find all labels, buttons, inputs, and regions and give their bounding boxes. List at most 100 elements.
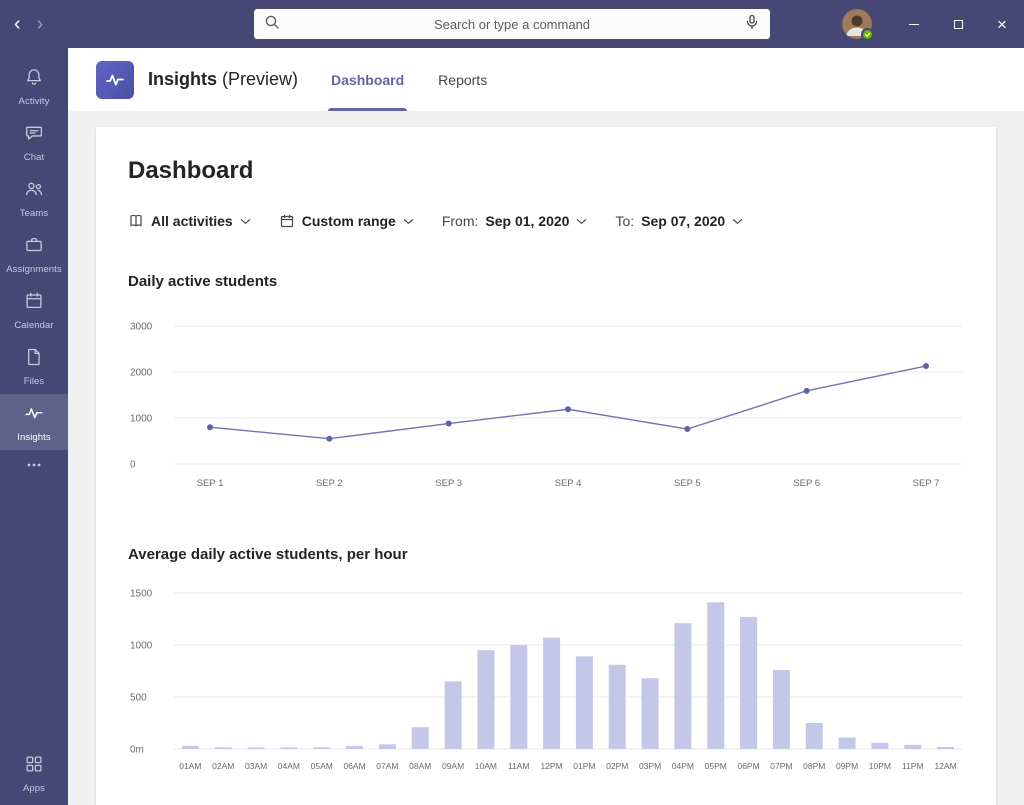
activities-filter-value: All activities <box>151 213 233 229</box>
line-chart-title: Daily active students <box>128 273 964 290</box>
tab-reports[interactable]: Reports <box>435 48 490 111</box>
forward-button[interactable]: › <box>37 14 44 34</box>
svg-text:SEP 7: SEP 7 <box>913 478 940 489</box>
to-date-value: Sep 07, 2020 <box>641 213 725 229</box>
sidebar-item-teams[interactable]: Teams <box>0 170 68 226</box>
title-bar: ‹ › × <box>0 0 1024 48</box>
calendar-range-icon <box>279 213 295 229</box>
app-sidebar: Activity Chat Teams Assignments <box>0 48 68 805</box>
sidebar-item-insights[interactable]: Insights <box>0 394 68 450</box>
status-available-icon <box>861 28 874 41</box>
sidebar-item-label: Teams <box>20 208 48 219</box>
svg-text:08PM: 08PM <box>803 761 825 771</box>
insights-app-header: Insights (Preview) Dashboard Reports <box>68 48 1024 111</box>
svg-text:03PM: 03PM <box>639 761 661 771</box>
svg-text:09PM: 09PM <box>836 761 858 771</box>
svg-text:2000: 2000 <box>130 368 153 379</box>
history-nav: ‹ › <box>14 14 43 34</box>
svg-text:10PM: 10PM <box>869 761 891 771</box>
svg-text:SEP 3: SEP 3 <box>435 478 462 489</box>
avatar[interactable] <box>842 9 872 39</box>
calendar-icon <box>23 290 45 317</box>
search-icon <box>264 14 280 35</box>
svg-text:06PM: 06PM <box>737 761 759 771</box>
sidebar-item-activity[interactable]: Activity <box>0 58 68 114</box>
sidebar-item-more[interactable] <box>0 450 68 488</box>
svg-text:04AM: 04AM <box>278 761 300 771</box>
svg-text:11AM: 11AM <box>508 761 530 771</box>
daily-active-students-line-chart: 0100020003000SEP 1SEP 2SEP 3SEP 4SEP 5SE… <box>128 306 964 500</box>
svg-text:SEP 6: SEP 6 <box>793 478 820 489</box>
sidebar-item-label: Chat <box>24 152 44 163</box>
svg-text:500: 500 <box>130 693 147 704</box>
activity-bell-icon <box>23 66 45 93</box>
sidebar-item-label: Assignments <box>6 264 61 275</box>
svg-text:SEP 2: SEP 2 <box>316 478 343 489</box>
title-bar-right: × <box>842 0 1024 48</box>
dashboard-card: Dashboard All activities <box>96 127 996 805</box>
chevron-down-icon <box>240 218 251 225</box>
svg-text:SEP 5: SEP 5 <box>674 478 701 489</box>
svg-text:SEP 1: SEP 1 <box>197 478 224 489</box>
svg-text:01PM: 01PM <box>573 761 595 771</box>
tab-label: Dashboard <box>331 72 404 88</box>
activities-book-icon <box>128 213 144 229</box>
hourly-active-students-bar-chart: 0m5001000150001AM02AM03AM04AM05AM06AM07A… <box>128 579 964 785</box>
chat-icon <box>23 122 45 149</box>
sidebar-item-files[interactable]: Files <box>0 338 68 394</box>
date-range-filter-dropdown[interactable]: Custom range <box>279 213 414 229</box>
chevron-down-icon <box>403 218 414 225</box>
svg-text:02PM: 02PM <box>606 761 628 771</box>
sidebar-item-chat[interactable]: Chat <box>0 114 68 170</box>
activities-filter-dropdown[interactable]: All activities <box>128 213 251 229</box>
svg-text:09AM: 09AM <box>442 761 464 771</box>
back-button[interactable]: ‹ <box>14 14 21 34</box>
close-button[interactable]: × <box>980 0 1024 48</box>
main-area: Insights (Preview) Dashboard Reports Das… <box>68 48 1024 805</box>
command-search-box[interactable] <box>254 9 770 39</box>
bar-chart-title: Average daily active students, per hour <box>128 546 964 563</box>
svg-text:06AM: 06AM <box>343 761 365 771</box>
sidebar-item-calendar[interactable]: Calendar <box>0 282 68 338</box>
hourly-active-students-section: Average daily active students, per hour … <box>128 546 964 785</box>
microphone-icon[interactable] <box>744 14 760 35</box>
tab-label: Reports <box>438 72 487 88</box>
sidebar-item-label: Files <box>24 376 45 387</box>
insights-pulse-icon <box>23 402 45 429</box>
tab-dashboard[interactable]: Dashboard <box>328 48 407 111</box>
sidebar-item-apps[interactable]: Apps <box>0 745 68 801</box>
insights-app-logo <box>96 61 134 99</box>
maximize-button[interactable] <box>936 0 980 48</box>
svg-text:12PM: 12PM <box>540 761 562 771</box>
assignments-briefcase-icon <box>23 234 45 261</box>
sidebar-item-assignments[interactable]: Assignments <box>0 226 68 282</box>
svg-text:08AM: 08AM <box>409 761 431 771</box>
teams-window: ‹ › × <box>0 0 1024 805</box>
from-date-dropdown[interactable]: From: Sep 01, 2020 <box>442 213 588 229</box>
svg-text:11PM: 11PM <box>902 761 924 771</box>
search-input[interactable] <box>280 17 744 32</box>
apps-grid-icon <box>23 753 45 780</box>
svg-text:1500: 1500 <box>130 589 153 600</box>
filter-bar: All activities Custom range <box>128 213 964 229</box>
chevron-down-icon <box>576 218 587 225</box>
chevron-down-icon <box>732 218 743 225</box>
app-title-suffix: (Preview) <box>222 69 298 89</box>
sidebar-item-label: Calendar <box>14 320 53 331</box>
svg-text:04PM: 04PM <box>672 761 694 771</box>
svg-text:07AM: 07AM <box>376 761 398 771</box>
app-title: Insights (Preview) <box>148 69 298 90</box>
to-label: To: <box>615 213 634 229</box>
svg-text:1000: 1000 <box>130 641 153 652</box>
to-date-dropdown[interactable]: To: Sep 07, 2020 <box>615 213 743 229</box>
minimize-button[interactable] <box>892 0 936 48</box>
svg-text:1000: 1000 <box>130 414 153 425</box>
svg-text:3000: 3000 <box>130 322 153 333</box>
svg-text:03AM: 03AM <box>245 761 267 771</box>
svg-text:10AM: 10AM <box>475 761 497 771</box>
page-title: Dashboard <box>128 157 964 185</box>
svg-text:0m: 0m <box>130 745 144 756</box>
from-label: From: <box>442 213 479 229</box>
svg-text:0: 0 <box>130 460 136 471</box>
sidebar-item-label: Apps <box>23 783 45 794</box>
